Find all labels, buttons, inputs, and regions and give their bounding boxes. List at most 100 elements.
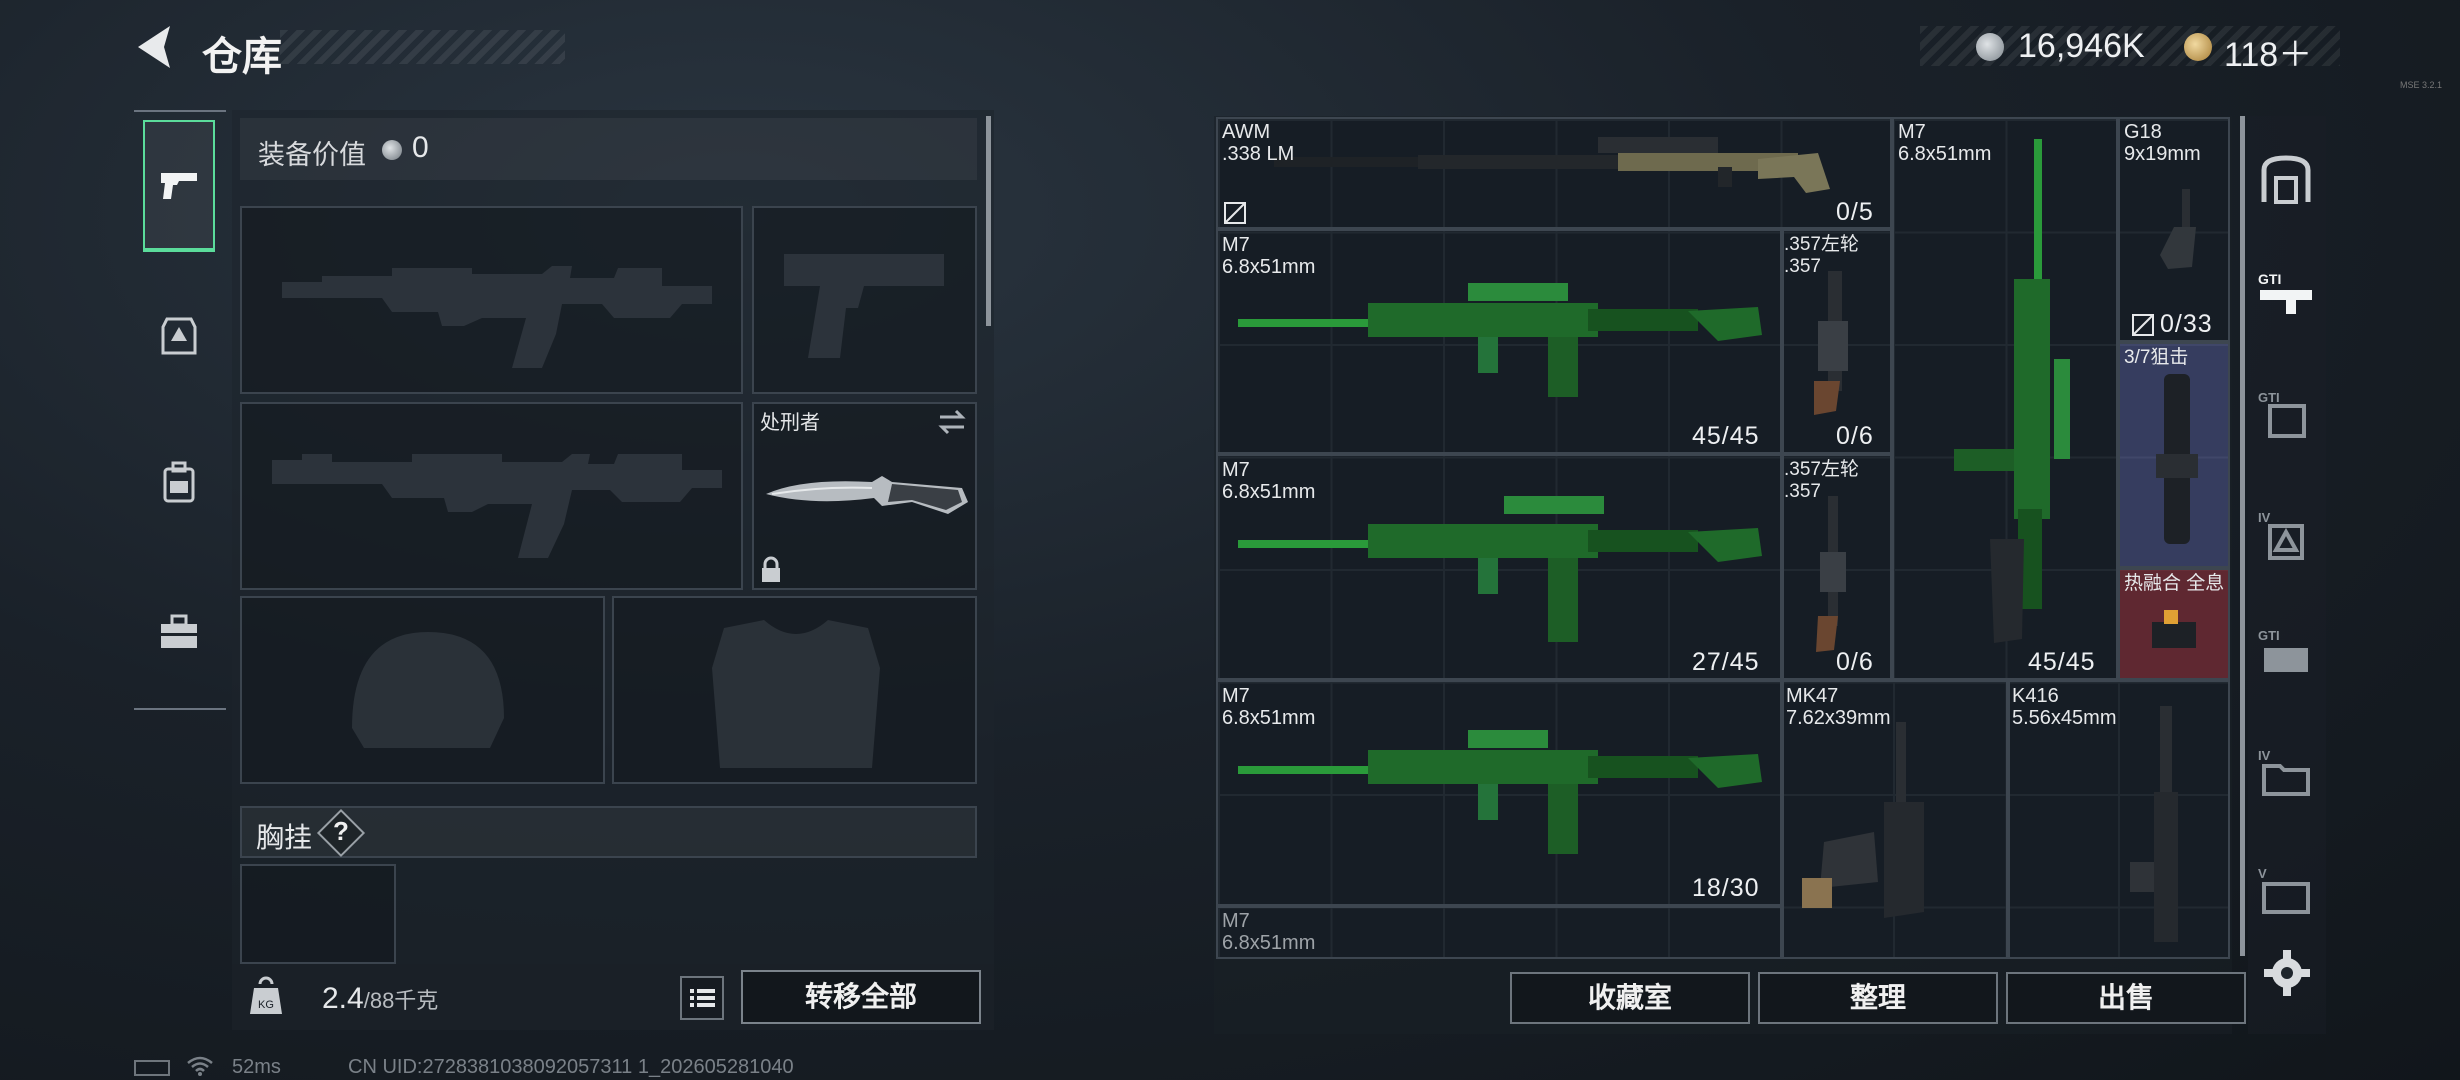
item-name: .357左轮 [1784,234,1859,255]
toolbox-icon [161,614,197,648]
no-ammo-icon [2132,314,2154,336]
item-ammo-count: 45/45 [2028,648,2096,676]
warehouse-scrollbar[interactable] [2240,116,2245,956]
helmet-slot[interactable] [240,596,605,784]
gti-armor-icon[interactable]: GTI [2256,386,2316,446]
item-ammo-count: 0/33 [2160,310,2213,338]
item-ammo-count: 0/6 [1836,422,1874,450]
sidebar-item-backpack[interactable] [143,416,215,548]
primary-weapon-slot-2[interactable] [240,402,743,590]
knife-image [766,476,968,514]
list-view-button[interactable] [680,976,724,1020]
item-name: M7 [1222,910,1250,932]
rifle-silhouette-icon [282,266,712,368]
vest-silhouette-icon [712,620,880,768]
item-caliber: 7.62x39mm [1786,707,1891,729]
svg-text:IV: IV [2258,748,2271,763]
item-ammo-count: 27/45 [1692,648,1760,676]
item-caliber: 6.8x51mm [1898,143,1992,165]
item-caliber: .357 [1784,256,1821,277]
collection-room-button[interactable]: 收藏室 [1510,972,1750,1024]
transfer-all-button[interactable]: 转移全部 [741,970,981,1024]
silver-coin-icon [382,140,402,160]
sell-button[interactable]: 出售 [2006,972,2246,1024]
awm-rifle-image [1274,137,1830,193]
v-card-icon[interactable]: V [2256,862,2316,922]
user-uid: CN UID:2728381038092057311 1_20260528104… [348,1056,794,1078]
item-name: AWM [1222,121,1271,143]
silver-currency-value: 16,946K [2018,27,2145,65]
iv-armor-icon[interactable]: IV [2256,506,2316,566]
battery-icon [134,1060,170,1076]
item-caliber: .338 LM [1222,143,1295,165]
item-name: G18 [2124,121,2162,143]
back-arrow-icon[interactable] [130,22,178,72]
item-ammo-count: 18/30 [1692,874,1760,902]
m7-rifle-green-vertical-image [1954,139,2070,643]
gti-case-icon[interactable]: GTI [2256,624,2316,684]
pistol-icon [161,173,197,199]
safe-icon[interactable] [2256,150,2316,210]
swap-icon[interactable] [936,408,968,436]
version-note: MSE 3.2.1 [2400,80,2443,90]
weight-max: /88千克 [363,988,439,1013]
svg-text:GTI: GTI [2258,271,2281,287]
equipment-value-label: 装备价值 [258,140,366,170]
no-ammo-icon [1224,202,1246,224]
item-name: M7 [1222,459,1250,481]
sort-button[interactable]: 整理 [1758,972,1998,1024]
svg-text:V: V [2258,866,2267,881]
weight-icon: KG [250,976,282,1014]
iv-folder-icon[interactable]: IV [2256,744,2316,804]
title-stripe [280,30,565,64]
item-caliber: 9x19mm [2124,143,2201,165]
item-caliber: 6.8x51mm [1222,256,1316,278]
item-ammo-count: 45/45 [1692,422,1760,450]
item-name: M7 [1222,685,1250,707]
silver-coin-icon [1976,33,2004,61]
item-caliber: .357 [1784,481,1821,502]
svg-text:IV: IV [2258,510,2271,525]
body-armor-slot[interactable] [612,596,977,784]
item-caliber: 6.8x51mm [1222,481,1316,503]
rifle-silhouette-icon [272,454,722,558]
item-name: 热融合 全息 [2124,573,2225,594]
sidebar-item-armor[interactable] [143,270,215,402]
help-icon-label: ? [333,816,349,846]
warehouse-item-awm[interactable] [1216,117,1892,229]
item-ammo-count: 0/6 [1836,648,1874,676]
item-name: 3/7狙击 [2124,347,2189,368]
pistol-silhouette-icon [784,254,944,358]
item-name: M7 [1222,234,1250,256]
chest-rig-slot[interactable] [240,864,396,964]
melee-weapon-name: 处刑者 [760,412,820,434]
item-name: MK47 [1786,685,1839,707]
gold-currency-value[interactable]: 118＋ [2224,27,2312,76]
gold-coin-icon [2184,33,2212,61]
weight-current: 2.4 [322,982,364,1015]
settings-gear-icon[interactable] [2262,948,2312,998]
sidebar-item-weapons[interactable] [143,120,215,252]
sidearm-slot[interactable] [752,206,977,394]
armor-icon [161,317,197,355]
page-title: 仓库 [202,35,282,79]
loadout-scrollbar[interactable] [986,116,991,326]
equipment-value-amount: 0 [412,131,429,164]
svg-text:GTI: GTI [2258,390,2280,405]
item-ammo-count: 0/5 [1836,198,1874,226]
primary-weapon-slot-1[interactable] [240,206,743,394]
sidebar-item-toolbox[interactable] [143,566,215,698]
backpack-icon [163,461,195,503]
helmet-silhouette-icon [352,632,504,748]
warehouse-item-scope[interactable] [2118,342,2230,568]
item-caliber: 6.8x51mm [1222,707,1316,729]
warehouse-item-m7-vertical[interactable] [1892,117,2118,680]
lock-icon [762,556,780,582]
item-name: M7 [1898,121,1926,143]
chest-rig-label: 胸挂 [256,822,313,853]
weight-readout: 2.4/88千克 [322,982,438,1016]
gti-rifle-icon[interactable]: GTI [2256,266,2316,326]
svg-text:GTI: GTI [2258,628,2280,643]
list-icon [690,989,715,1007]
item-caliber: 5.56x45mm [2012,707,2117,729]
